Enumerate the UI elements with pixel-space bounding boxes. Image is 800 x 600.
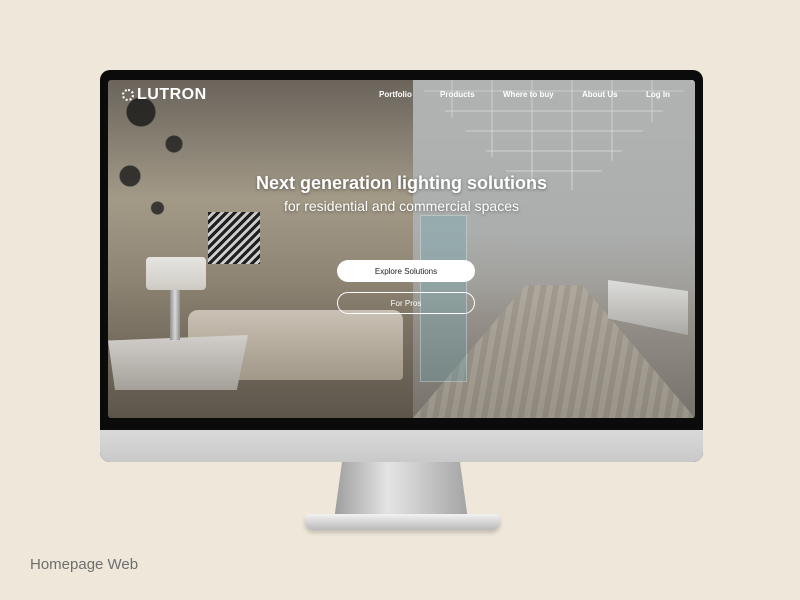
for-pros-button[interactable]: For Pros: [337, 292, 475, 314]
nav-about-us[interactable]: About Us: [582, 90, 618, 99]
hero-overlay: [108, 80, 695, 418]
monitor-chin: [100, 430, 703, 462]
monitor-stand-neck: [334, 462, 468, 520]
hero-subtitle: for residential and commercial spaces: [284, 198, 519, 214]
nav-products[interactable]: Products: [440, 90, 475, 99]
nav-where-to-buy[interactable]: Where to buy: [503, 90, 554, 99]
hero-title: Next generation lighting solutions: [255, 173, 547, 193]
website-screen: LUTRON Portfolio Products Where to buy A…: [108, 80, 695, 418]
nav-portfolio[interactable]: Portfolio: [379, 90, 412, 99]
caption: Homepage Web: [30, 556, 139, 573]
brand-logo[interactable]: LUTRON: [122, 86, 207, 104]
lutron-sunburst-icon: [122, 89, 134, 101]
explore-solutions-button[interactable]: Explore Solutions: [337, 260, 475, 282]
nav-log-in[interactable]: Log In: [646, 90, 670, 99]
monitor-stand-foot: [305, 514, 500, 530]
brand-name: LUTRON: [137, 86, 207, 103]
